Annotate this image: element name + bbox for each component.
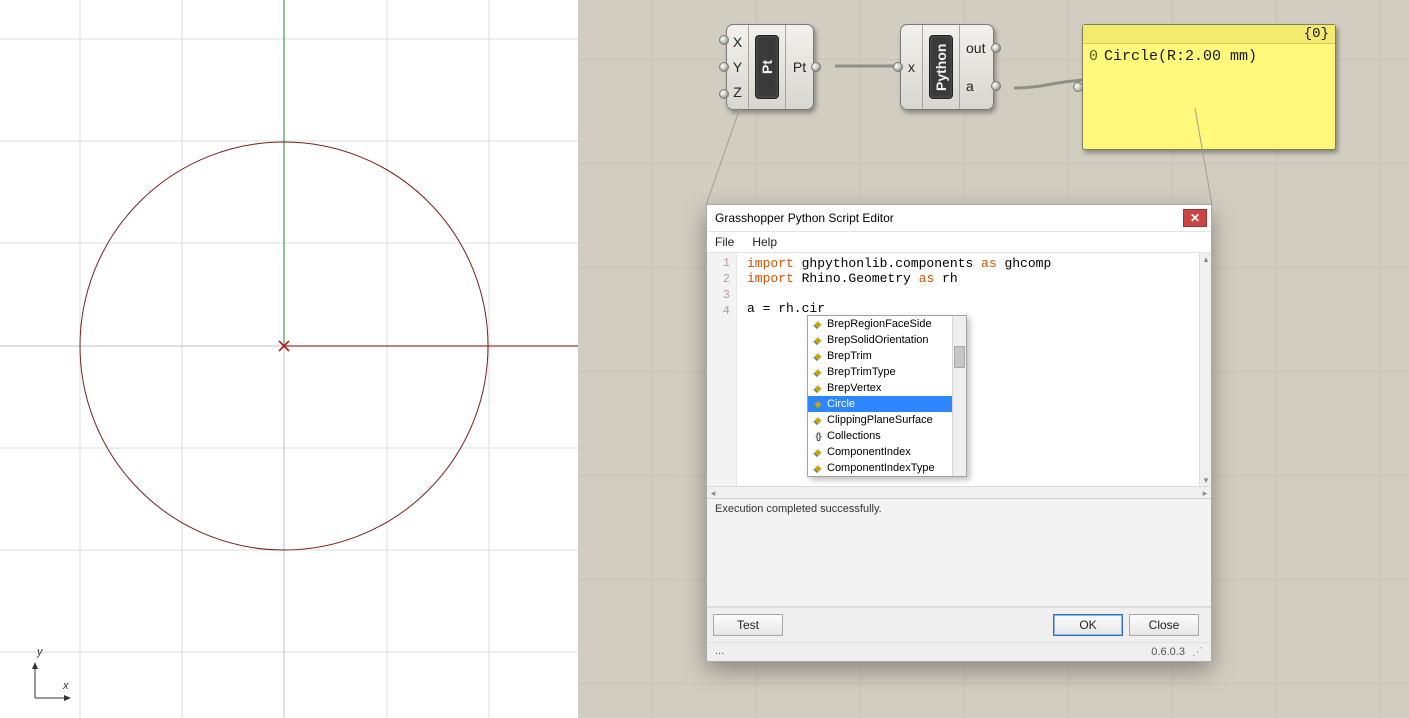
- class-icon: [811, 398, 825, 410]
- autocomplete-item[interactable]: ComponentIndexType: [808, 460, 966, 476]
- class-icon: [811, 462, 825, 474]
- autocomplete-scrollbar[interactable]: [952, 316, 966, 476]
- execution-status: Execution completed successfully.: [715, 503, 882, 515]
- scroll-down-icon[interactable]: ▾: [1200, 474, 1212, 486]
- python-label: Python: [929, 35, 953, 99]
- autocomplete-label: ComponentIndex: [827, 446, 911, 458]
- autocomplete-label: BrepSolidOrientation: [827, 334, 929, 346]
- autocomplete-item[interactable]: BrepTrim: [808, 348, 966, 364]
- autocomplete-item[interactable]: ClippingPlaneSurface: [808, 412, 966, 428]
- axis-label-y: y: [37, 646, 43, 658]
- panel-header: {0}: [1083, 25, 1335, 44]
- python-input-x[interactable]: x: [905, 59, 918, 75]
- class-icon: [811, 446, 825, 458]
- line-gutter: 1 2 3 4: [707, 253, 737, 486]
- autocomplete-item[interactable]: BrepSolidOrientation: [808, 332, 966, 348]
- editor-title: Grasshopper Python Script Editor: [715, 211, 894, 225]
- autocomplete-item[interactable]: Collections: [808, 428, 966, 444]
- panel-row-text: Circle(R:2.00 mm): [1104, 48, 1257, 65]
- code-horizontal-scrollbar[interactable]: ◂ ▸: [707, 486, 1211, 498]
- pt-output[interactable]: Pt: [790, 59, 809, 75]
- ok-button[interactable]: OK: [1053, 614, 1123, 636]
- component-construct-point[interactable]: X Y Z Pt Pt: [726, 24, 814, 110]
- close-button[interactable]: ✕: [1183, 209, 1207, 227]
- menu-file[interactable]: File: [715, 235, 734, 249]
- python-editor-window[interactable]: Grasshopper Python Script Editor ✕ File …: [706, 204, 1212, 662]
- autocomplete-label: Circle: [827, 398, 855, 410]
- viewport-grid: [0, 0, 578, 718]
- class-icon: [811, 414, 825, 426]
- scroll-left-icon[interactable]: ◂: [707, 487, 719, 499]
- class-icon: [811, 334, 825, 346]
- autocomplete-label: BrepTrim: [827, 350, 872, 362]
- editor-titlebar[interactable]: Grasshopper Python Script Editor ✕: [707, 205, 1211, 232]
- autocomplete-label: BrepRegionFaceSide: [827, 318, 932, 330]
- autocomplete-label: Collections: [827, 430, 881, 442]
- panel-input-grip[interactable]: [1073, 82, 1083, 92]
- close-editor-button[interactable]: Close: [1129, 614, 1199, 636]
- autocomplete-label: BrepTrimType: [827, 366, 896, 378]
- menu-help[interactable]: Help: [752, 235, 777, 249]
- autocomplete-label: ClippingPlaneSurface: [827, 414, 933, 426]
- scroll-up-icon[interactable]: ▴: [1200, 253, 1212, 265]
- component-python[interactable]: x Python out a: [900, 24, 994, 110]
- autocomplete-label: BrepVertex: [827, 382, 881, 394]
- autocomplete-item[interactable]: Circle: [808, 396, 966, 412]
- panel-body: 0 Circle(R:2.00 mm): [1083, 44, 1335, 69]
- class-icon: [811, 318, 825, 330]
- panel-component[interactable]: {0} 0 Circle(R:2.00 mm): [1082, 24, 1336, 150]
- autocomplete-label: ComponentIndexType: [827, 462, 935, 474]
- code-editor[interactable]: 1 2 3 4 import ghpythonlib.components as…: [707, 253, 1211, 499]
- autocomplete-item[interactable]: ComponentIndex: [808, 444, 966, 460]
- class-icon: [811, 382, 825, 394]
- close-icon: ✕: [1190, 211, 1200, 225]
- editor-status-strip: ... 0.6.0.3 ⋰: [707, 642, 1211, 661]
- test-button[interactable]: Test: [713, 614, 783, 636]
- rhino-viewport[interactable]: y x: [0, 0, 578, 718]
- class-icon: [811, 366, 825, 378]
- code-text[interactable]: import ghpythonlib.components as ghcomp …: [747, 256, 1197, 316]
- editor-button-bar: Test OK Close: [707, 607, 1211, 642]
- namespace-icon: [811, 430, 825, 442]
- axis-label-x: x: [63, 680, 69, 692]
- status-strip-left: ...: [715, 645, 724, 658]
- autocomplete-popup[interactable]: BrepRegionFaceSide BrepSolidOrientation Br…: [807, 315, 967, 477]
- pt-input-x[interactable]: X: [731, 34, 744, 50]
- scroll-right-icon[interactable]: ▸: [1199, 487, 1211, 499]
- autocomplete-item[interactable]: BrepTrimType: [808, 364, 966, 380]
- version-label: 0.6.0.3: [1151, 646, 1185, 658]
- pt-label: Pt: [755, 35, 779, 99]
- cplane-axis-icon: y x: [25, 658, 85, 708]
- class-icon: [811, 350, 825, 362]
- python-output-out[interactable]: out: [966, 40, 989, 56]
- code-vertical-scrollbar[interactable]: ▴ ▾: [1199, 253, 1211, 486]
- editor-output-pane: Execution completed successfully.: [707, 499, 1211, 607]
- editor-menubar: File Help: [707, 232, 1211, 253]
- autocomplete-item[interactable]: BrepRegionFaceSide: [808, 316, 966, 332]
- panel-row-index: 0: [1089, 48, 1098, 65]
- resize-grip-icon[interactable]: ⋰: [1192, 646, 1203, 658]
- pt-input-z[interactable]: Z: [731, 84, 744, 100]
- autocomplete-item[interactable]: BrepVertex: [808, 380, 966, 396]
- pt-input-y[interactable]: Y: [731, 59, 744, 75]
- python-output-a[interactable]: a: [966, 78, 989, 94]
